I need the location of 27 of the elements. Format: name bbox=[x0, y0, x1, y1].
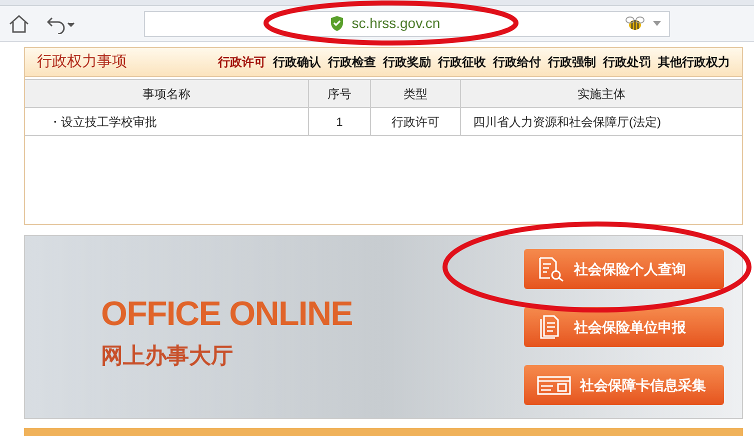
table-cell-text: 四川省人力资源和社会保障厅(法定) bbox=[472, 114, 662, 130]
panel-title: 行政权力事项 bbox=[37, 52, 127, 72]
category-tab[interactable]: 行政强制 bbox=[548, 53, 596, 71]
table-cell: 行政许可 bbox=[371, 108, 461, 135]
dropdown-caret-icon[interactable] bbox=[653, 21, 661, 26]
home-icon[interactable] bbox=[8, 14, 30, 34]
banner-subheading: 网上办事大厅 bbox=[101, 342, 234, 370]
address-bar[interactable]: sc.hrss.gov.cn bbox=[144, 10, 670, 36]
category-tab[interactable]: 行政确认 bbox=[273, 53, 321, 71]
column-header: 类型 bbox=[371, 80, 461, 107]
category-tab[interactable]: 其他行政权力 bbox=[658, 53, 730, 71]
column-header: 事项名称 bbox=[25, 80, 309, 107]
table-cell: ・设立技工学校审批 bbox=[25, 108, 309, 135]
category-tab[interactable]: 行政给付 bbox=[493, 53, 541, 71]
category-tab[interactable]: 行政奖励 bbox=[383, 53, 431, 71]
banner-heading: OFFICE ONLINE bbox=[101, 296, 353, 330]
address-text: sc.hrss.gov.cn bbox=[352, 14, 440, 33]
document-magnifier-icon bbox=[536, 256, 566, 282]
bee-icon[interactable] bbox=[625, 16, 645, 32]
category-tab[interactable]: 行政检查 bbox=[328, 53, 376, 71]
column-header: 序号 bbox=[309, 80, 371, 107]
category-tab[interactable]: 行政征收 bbox=[438, 53, 486, 71]
column-header: 实施主体 bbox=[576, 86, 626, 102]
category-tab[interactable]: 行政处罚 bbox=[603, 53, 651, 71]
category-tab[interactable]: 行政许可 bbox=[218, 53, 266, 71]
shield-check-icon bbox=[330, 16, 344, 31]
table-cell: 1 bbox=[309, 108, 371, 135]
